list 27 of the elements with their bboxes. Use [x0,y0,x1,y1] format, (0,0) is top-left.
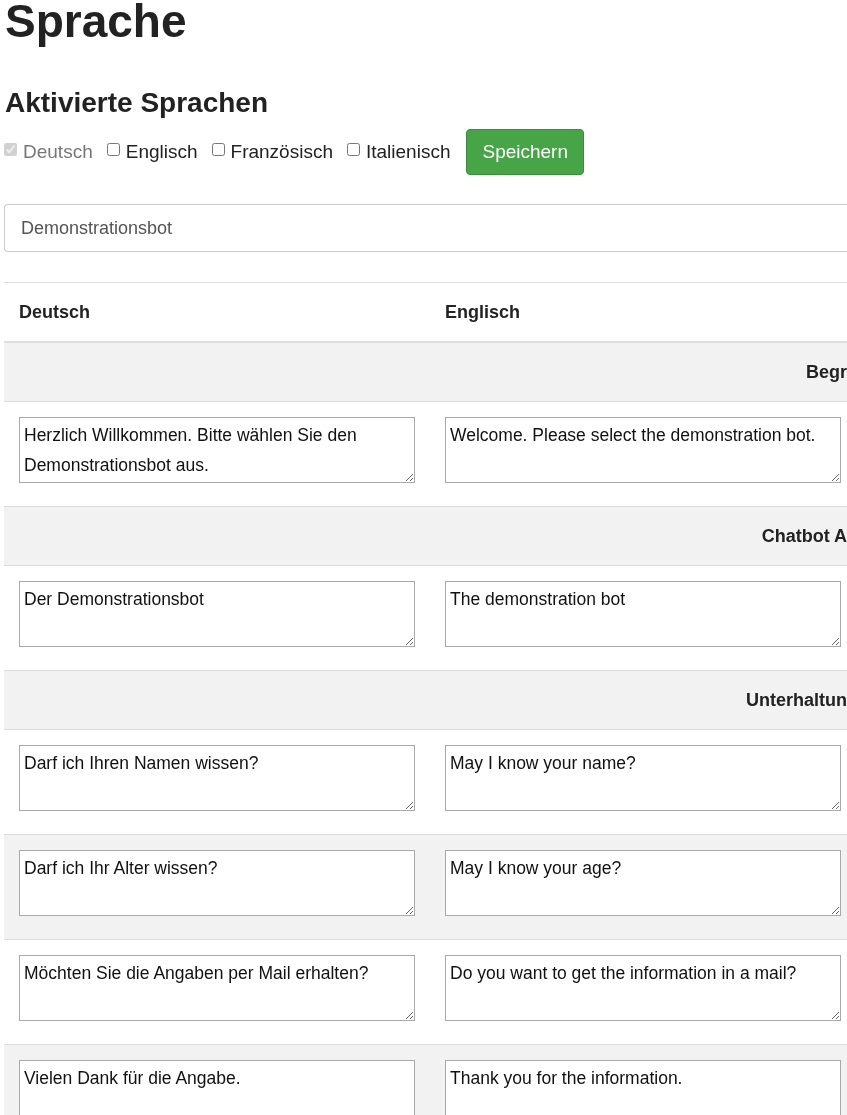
section-label: Begr [806,362,847,382]
checkbox-label[interactable]: Französisch [230,141,333,163]
text-area[interactable]: Vielen Dank für die Angabe. [19,1060,415,1115]
column-header: Deutsch [19,302,90,322]
section-heading: Aktivierte Sprachen [5,86,269,120]
text-area[interactable]: Darf ich Ihren Namen wissen? [19,745,415,811]
bot-select-field[interactable]: Demonstrationsbot [4,204,847,252]
checkbox[interactable] [211,142,225,156]
text-area[interactable]: Welcome. Please select the demonstration bot. [445,417,841,483]
checkbox-label[interactable]: Englisch [125,141,198,163]
text-area[interactable]: Möchten Sie die Angaben per Mail erhalten? [19,955,415,1021]
text-area[interactable]: Thank you for the information. [445,1060,841,1115]
page-title: Sprache [5,0,188,48]
section-label: Chatbot A [761,526,847,546]
section-label: Unterhaltun [746,690,847,710]
checkbox[interactable] [346,142,360,156]
text-area[interactable]: May I know your age? [445,850,841,916]
checkbox[interactable] [106,142,120,156]
text-area[interactable]: The demonstration bot [445,581,841,647]
select-value: Demonstrationsbot [21,217,173,239]
text-area[interactable]: May I know your name? [445,745,841,811]
text-area[interactable]: Do you want to get the information in a mail? [445,955,841,1021]
text-area[interactable]: Herzlich Willkommen. Bitte wählen Sie den Demonstrationsbot aus. [19,417,415,483]
text-area[interactable]: Der Demonstrationsbot [19,581,415,647]
text-area[interactable]: Darf ich Ihr Alter wissen? [19,850,415,916]
checkbox-label[interactable]: Italienisch [365,141,451,163]
column-header: Englisch [445,302,520,322]
